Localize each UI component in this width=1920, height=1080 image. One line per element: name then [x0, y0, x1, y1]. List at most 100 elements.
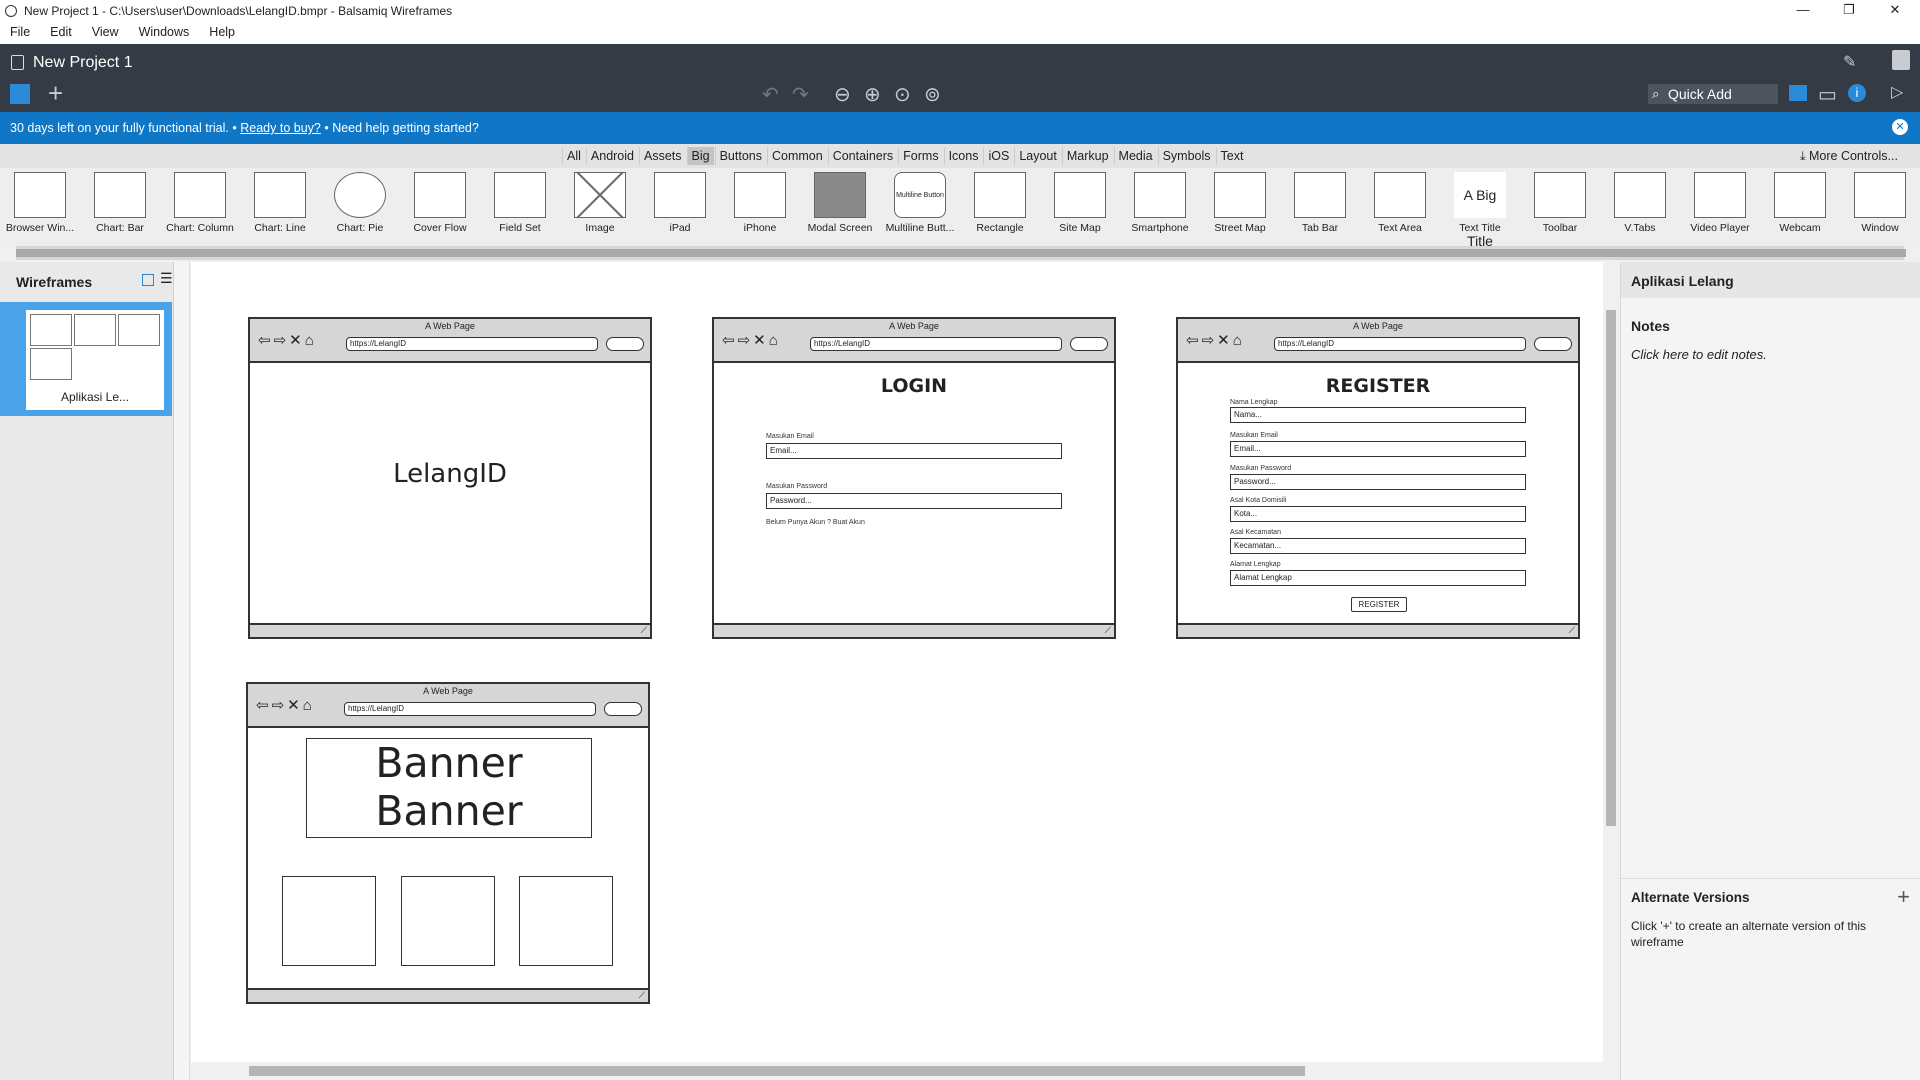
library-item[interactable]: Cover Flow: [400, 172, 480, 234]
library-item[interactable]: iPad: [640, 172, 720, 234]
library-item[interactable]: Chart: Column: [160, 172, 240, 234]
category-tab-media[interactable]: Media: [1113, 147, 1157, 165]
mockup-register[interactable]: A Web Page ⇦⇨✕⌂ https://LelangID REGISTE…: [1176, 317, 1580, 639]
library-item-thumbnail: [1774, 172, 1826, 218]
library-item[interactable]: Text Area: [1360, 172, 1440, 234]
library-item-label: Webcam: [1779, 222, 1821, 234]
library-item[interactable]: iPhone: [720, 172, 800, 234]
register-submit-button: REGISTER: [1351, 597, 1407, 612]
zoom-fit-icon[interactable]: ⊚: [924, 82, 941, 107]
mockup-home[interactable]: A Web Page ⇦⇨✕⌂ https://LelangID LelangI…: [248, 317, 652, 639]
wireframe-view-icon[interactable]: [10, 84, 30, 104]
library-item[interactable]: A Big Title Text Title: [1440, 172, 1520, 249]
category-tab-big[interactable]: Big: [686, 147, 714, 165]
redo-icon[interactable]: ↷: [792, 82, 809, 107]
menu-windows[interactable]: Windows: [129, 22, 200, 39]
help-getting-started-link[interactable]: Need help getting started?: [332, 121, 479, 135]
library-item[interactable]: Modal Screen: [800, 172, 880, 234]
library-item[interactable]: Smartphone: [1120, 172, 1200, 234]
mockup-banner[interactable]: A Web Page ⇦⇨✕⌂ https://LelangID Banner …: [246, 682, 650, 1004]
category-tab-common[interactable]: Common: [766, 147, 827, 165]
category-tab-buttons[interactable]: Buttons: [714, 147, 766, 165]
quick-add-input[interactable]: ⌕ Quick Add: [1648, 84, 1778, 104]
card-placeholder-2: [401, 876, 495, 966]
ui-library-icon[interactable]: [1789, 85, 1807, 101]
category-tab-all[interactable]: All: [562, 147, 585, 165]
wireframe-thumbnail[interactable]: Aplikasi Le...: [0, 302, 172, 416]
menu-view[interactable]: View: [82, 22, 129, 39]
list-view-icon[interactable]: ☰: [160, 270, 173, 287]
zoom-in-icon[interactable]: ⊕: [864, 82, 881, 107]
info-icon[interactable]: i: [1848, 84, 1866, 102]
library-item[interactable]: Browser Win...: [0, 172, 80, 234]
close-window-button[interactable]: ✕: [1872, 0, 1918, 22]
canvas-horizontal-scrollbar[interactable]: [191, 1062, 1603, 1080]
minimize-button[interactable]: —: [1780, 0, 1826, 22]
library-item[interactable]: Toolbar: [1520, 172, 1600, 234]
more-controls-button[interactable]: ⤓ More Controls...: [1800, 149, 1898, 164]
close-banner-icon[interactable]: ✕: [1892, 119, 1908, 135]
login-email-field: Email...: [766, 443, 1062, 459]
resize-grip-icon: ⟋: [1568, 625, 1575, 635]
mockup-login[interactable]: A Web Page ⇦⇨✕⌂ https://LelangID LOGIN M…: [712, 317, 1116, 639]
library-scrollbar[interactable]: [16, 246, 1906, 260]
canvas-vertical-scrollbar[interactable]: [1603, 262, 1619, 1062]
menu-file[interactable]: File: [0, 22, 40, 39]
library-item[interactable]: V.Tabs: [1600, 172, 1680, 234]
search-icon: ⌕: [1652, 86, 1660, 101]
library-item[interactable]: Rectangle: [960, 172, 1040, 234]
presentation-icon[interactable]: ▷: [1891, 82, 1903, 102]
comments-icon[interactable]: ▭: [1818, 82, 1837, 107]
zoom-out-icon[interactable]: ⊖: [834, 82, 851, 107]
library-item[interactable]: Window: [1840, 172, 1920, 234]
banner-box: Banner Banner: [306, 738, 592, 838]
resize-grip-icon: ⟋: [638, 990, 645, 1000]
library-item[interactable]: Chart: Line: [240, 172, 320, 234]
category-tab-markup[interactable]: Markup: [1061, 147, 1113, 165]
resize-grip-icon: ⟋: [640, 625, 647, 635]
category-tab-ios[interactable]: iOS: [983, 147, 1013, 165]
library-item[interactable]: Video Player: [1680, 172, 1760, 234]
library-item[interactable]: Tab Bar: [1280, 172, 1360, 234]
library-item[interactable]: Webcam: [1760, 172, 1840, 234]
library-item[interactable]: Image: [560, 172, 640, 234]
thumbnail-view-icon[interactable]: [142, 274, 154, 286]
category-tab-forms[interactable]: Forms: [898, 147, 942, 165]
library-item[interactable]: Street Map: [1200, 172, 1280, 234]
login-password-field: Password...: [766, 493, 1062, 509]
user-avatar-icon[interactable]: [1892, 50, 1910, 70]
library-item[interactable]: Field Set: [480, 172, 560, 234]
undo-icon[interactable]: ↶: [762, 82, 779, 107]
category-tab-containers[interactable]: Containers: [827, 147, 897, 165]
alternate-versions-label: Alternate Versions: [1631, 890, 1750, 905]
menu-help[interactable]: Help: [199, 22, 245, 39]
library-item-thumbnail: [1534, 172, 1586, 218]
menu-edit[interactable]: Edit: [40, 22, 82, 39]
ready-to-buy-link[interactable]: Ready to buy?: [240, 121, 321, 135]
library-item[interactable]: Multiline Button Multiline Butt...: [880, 172, 960, 234]
library-item[interactable]: Chart: Bar: [80, 172, 160, 234]
library-item-label: Toolbar: [1542, 222, 1578, 234]
banner-line-2: Banner: [375, 787, 523, 835]
category-tab-text[interactable]: Text: [1215, 147, 1248, 165]
category-tab-assets[interactable]: Assets: [639, 147, 686, 165]
zoom-actual-icon[interactable]: ⊙: [894, 82, 911, 107]
library-item[interactable]: Site Map: [1040, 172, 1120, 234]
wireframe-canvas[interactable]: A Web Page ⇦⇨✕⌂ https://LelangID LelangI…: [191, 262, 1603, 1062]
wireframe-name[interactable]: Aplikasi Lelang: [1621, 262, 1920, 298]
edit-pencil-icon[interactable]: ✎: [1843, 52, 1856, 72]
add-wireframe-icon[interactable]: +: [48, 78, 63, 109]
category-tab-symbols[interactable]: Symbols: [1157, 147, 1215, 165]
browser-url: https://LelangID: [810, 337, 1062, 351]
library-item-thumbnail: [334, 172, 386, 218]
category-tab-layout[interactable]: Layout: [1014, 147, 1061, 165]
restore-button[interactable]: ❐: [1826, 0, 1872, 22]
project-title[interactable]: New Project 1: [33, 54, 133, 72]
category-tab-android[interactable]: Android: [585, 147, 638, 165]
left-panel-scrollbar[interactable]: [174, 262, 190, 1080]
notes-edit-area[interactable]: Click here to edit notes.: [1631, 347, 1767, 362]
category-tab-icons[interactable]: Icons: [943, 147, 983, 165]
library-item-label: Browser Win...: [5, 222, 75, 234]
library-item[interactable]: Chart: Pie: [320, 172, 400, 234]
add-alternate-version-icon[interactable]: +: [1897, 884, 1910, 910]
